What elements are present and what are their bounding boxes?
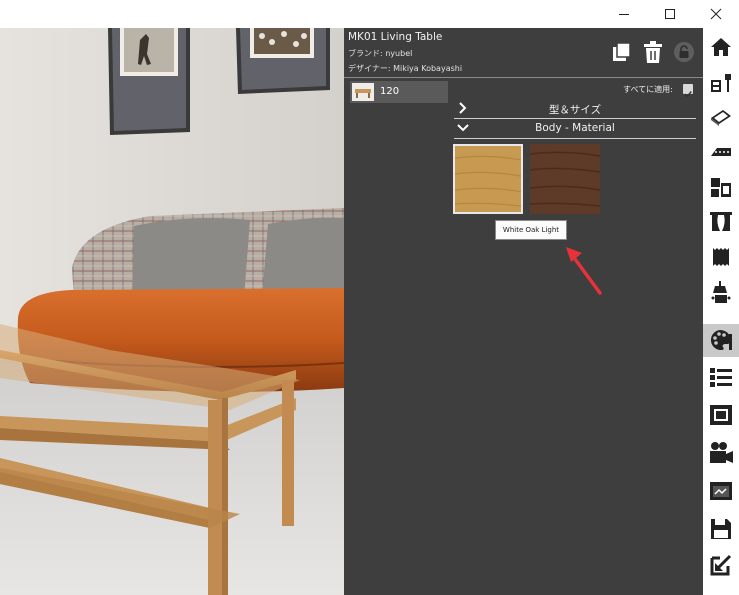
furniture-icon xyxy=(711,73,731,92)
list-icon xyxy=(710,367,732,387)
home-icon xyxy=(711,37,731,56)
maximize-button[interactable] xyxy=(647,0,693,28)
section-body-material[interactable]: Body - Material xyxy=(454,121,696,139)
ceiling-icon xyxy=(711,147,731,156)
layout-icon xyxy=(711,177,731,197)
copy-icon xyxy=(613,42,631,61)
toolbar-materials[interactable] xyxy=(703,324,739,357)
copy-button[interactable] xyxy=(610,40,634,64)
product-title: MK01 Living Table xyxy=(348,31,443,43)
delete-button[interactable] xyxy=(641,40,665,64)
save-icon xyxy=(711,518,731,539)
panel-divider xyxy=(344,77,703,78)
checkmark-icon xyxy=(684,91,692,98)
apply-all-label: すべてに適用: xyxy=(623,85,673,94)
lock-button[interactable] xyxy=(672,40,696,64)
toolbar-ceiling[interactable] xyxy=(703,135,739,168)
render-icon xyxy=(710,481,732,500)
material-swatch-white-oak-light[interactable] xyxy=(453,144,523,214)
toolbar-rug[interactable] xyxy=(703,240,739,273)
variant-label: 120 xyxy=(380,86,400,97)
minimize-button[interactable] xyxy=(601,0,647,28)
toolbar-render[interactable] xyxy=(703,474,739,507)
toolbar-floor[interactable] xyxy=(703,100,739,133)
toolbar-lighting[interactable] xyxy=(703,275,739,308)
minimize-icon xyxy=(619,14,629,15)
3d-viewport[interactable] xyxy=(0,28,344,595)
apply-all-checkbox[interactable] xyxy=(683,84,693,98)
maximize-icon xyxy=(665,9,675,19)
toolbar-save[interactable] xyxy=(703,512,739,545)
walnut-texture xyxy=(529,144,601,214)
table-thumbnail-icon xyxy=(352,83,374,101)
white-oak-texture xyxy=(454,146,522,212)
section-type-size[interactable]: 型＆サイズ xyxy=(454,101,696,119)
floor-icon xyxy=(711,109,731,126)
toolbar-video[interactable] xyxy=(703,436,739,469)
variant-item-120[interactable]: 120 xyxy=(350,81,448,103)
curtain-icon xyxy=(710,211,732,231)
section-type-size-title: 型＆サイズ xyxy=(548,104,602,116)
toolbar-home[interactable] xyxy=(703,30,739,63)
toolbar-curtain[interactable] xyxy=(703,205,739,238)
fullscreen-icon xyxy=(710,404,732,425)
export-icon xyxy=(710,554,732,575)
lock-icon xyxy=(674,42,694,62)
close-icon xyxy=(710,8,722,20)
section-body-material-title: Body - Material xyxy=(535,122,615,134)
toolbar-furniture[interactable] xyxy=(703,65,739,98)
video-camera-icon xyxy=(710,441,733,463)
material-tooltip: White Oak Light xyxy=(495,220,567,240)
section-underline xyxy=(454,118,696,119)
trash-icon xyxy=(644,41,662,63)
section-underline xyxy=(454,138,696,139)
product-brand: ブランド: nyubel xyxy=(348,49,413,58)
toolbar-layout[interactable] xyxy=(703,170,739,203)
toolbar-export[interactable] xyxy=(703,548,739,581)
red-pointer-arrow-icon xyxy=(566,247,602,295)
palette-icon xyxy=(710,329,732,350)
lighting-icon xyxy=(711,280,731,303)
properties-panel: MK01 Living Table ブランド: nyubel デザイナー: Mi… xyxy=(344,28,703,595)
close-button[interactable] xyxy=(693,0,739,28)
rug-icon xyxy=(713,247,729,266)
material-swatch-walnut[interactable] xyxy=(529,144,601,214)
toolbar-list[interactable] xyxy=(703,360,739,393)
product-designer: デザイナー: Mikiya Kobayashi xyxy=(348,64,463,73)
window-titlebar xyxy=(0,0,739,28)
toolbar-fullscreen[interactable] xyxy=(703,398,739,431)
right-toolbar xyxy=(703,28,739,595)
room-scene-render xyxy=(0,28,344,595)
